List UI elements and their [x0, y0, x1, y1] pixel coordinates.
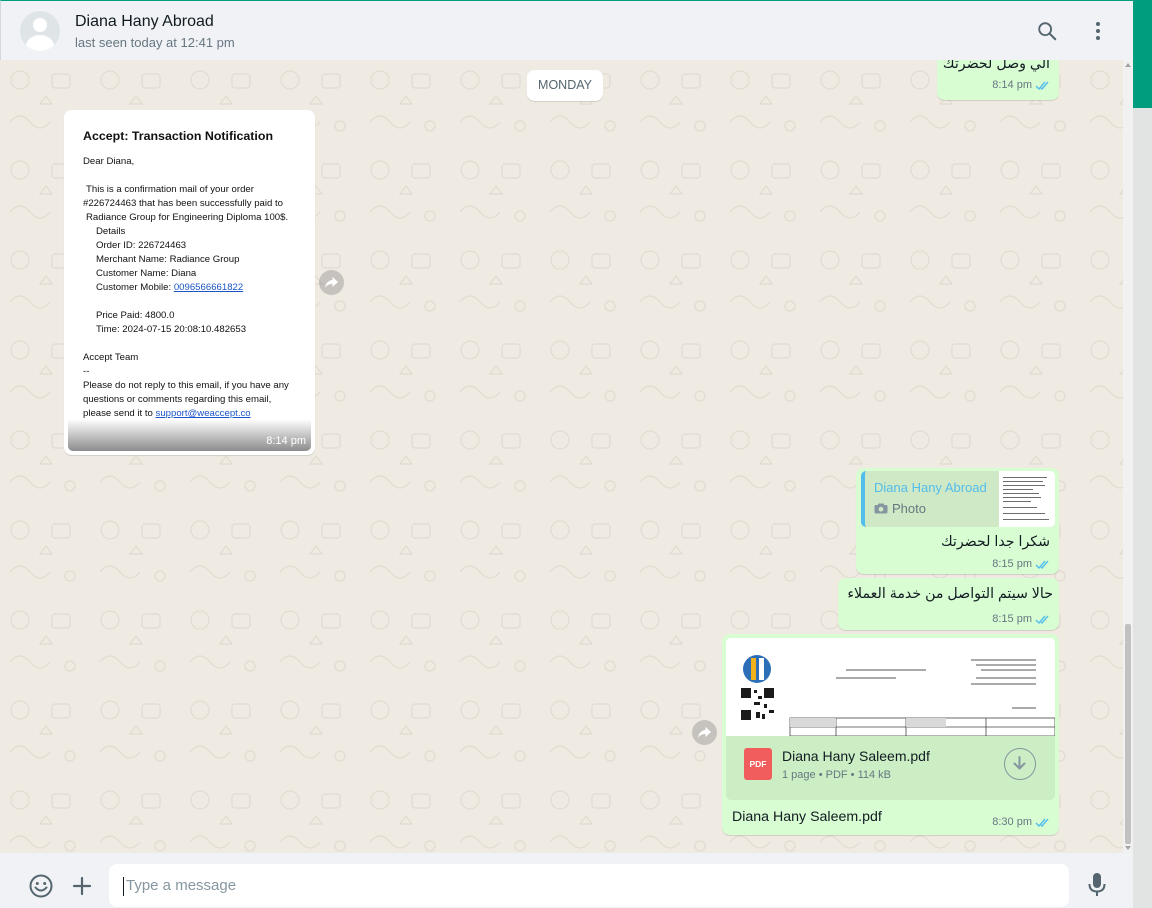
message-meta: 8:30 pm — [992, 816, 1051, 828]
attach-icon[interactable] — [71, 875, 93, 897]
message-input[interactable] — [109, 864, 1069, 907]
message-time: 8:30 pm — [992, 816, 1032, 828]
email-greeting: Dear Diana, — [83, 156, 135, 167]
message-text: شكرا جدا لحضرتك — [940, 534, 1050, 550]
download-button[interactable] — [1004, 748, 1036, 780]
forward-button[interactable] — [692, 720, 717, 745]
mic-icon[interactable] — [1087, 872, 1107, 898]
email-note: Please do not reply to this email, if yo… — [83, 380, 289, 391]
email-line: Radiance Group for Engineering Diploma 1… — [86, 212, 289, 223]
whatsapp-web-chat: Diana Hany Abroad last seen today at 12:… — [0, 0, 1152, 908]
chat-scrollbar[interactable] — [1123, 60, 1133, 853]
message-time: 8:15 pm — [992, 558, 1032, 570]
email-support-link: support@weaccept.co — [155, 408, 251, 419]
outgoing-message[interactable]: الي وصل لحضرتك 8:14 pm — [937, 60, 1059, 100]
double-check-icon — [1035, 818, 1049, 828]
date-separator: MONDAY — [527, 70, 603, 101]
email-order-id: Order ID: 226724463 — [96, 240, 187, 251]
email-details-label: Details — [96, 226, 126, 237]
chat-header[interactable]: Diana Hany Abroad last seen today at 12:… — [0, 0, 1133, 60]
email-customer-mobile: Customer Mobile: 0096566661822 — [96, 282, 243, 293]
menu-icon[interactable] — [1088, 20, 1108, 42]
last-seen-status: last seen today at 12:41 pm — [75, 35, 235, 50]
email-title: Accept: Transaction Notification — [83, 129, 274, 143]
document-preview-image — [726, 638, 1055, 736]
email-note: please send it to support@weaccept.co — [83, 408, 251, 419]
document-preview[interactable] — [726, 638, 1055, 736]
outgoing-message[interactable]: حالا سيتم التواصل من خدمة العملاء 8:15 p… — [838, 578, 1059, 630]
quoted-thumbnail — [999, 471, 1055, 527]
message-meta: 8:15 pm — [992, 613, 1051, 625]
email-merchant: Merchant Name: Radiance Group — [96, 254, 240, 265]
email-dash: -- — [83, 366, 90, 377]
message-list[interactable]: الي وصل لحضرتك 8:14 pm MONDAY Accept: Tr… — [0, 60, 1133, 853]
email-line: This is a confirmation mail of your orde… — [86, 184, 254, 195]
message-text: حالا سيتم التواصل من خدمة العملاء — [847, 586, 1053, 602]
forward-icon — [325, 277, 338, 288]
avatar[interactable] — [20, 11, 60, 51]
message-time: 8:14 pm — [266, 435, 306, 447]
forward-icon — [698, 727, 711, 738]
document-file-name[interactable]: Diana Hany Saleem.pdf — [782, 748, 930, 764]
emoji-icon[interactable] — [28, 873, 54, 899]
message-time: 8:15 pm — [992, 613, 1032, 625]
outgoing-reply-message[interactable]: Diana Hany Abroad Photo شكرا جدا لحضرتك … — [856, 468, 1059, 574]
message-meta: 8:15 pm — [992, 558, 1051, 570]
search-icon[interactable] — [1036, 20, 1058, 42]
message-meta: 8:14 pm — [992, 79, 1051, 91]
email-time-line: Time: 2024-07-15 20:08:10.482653 — [96, 324, 247, 335]
quoted-media-label: Photo — [892, 501, 926, 516]
email-customer-name: Customer Name: Diana — [96, 268, 197, 279]
quoted-sender-name: Diana Hany Abroad — [874, 480, 987, 495]
message-text: الي وصل لحضرتك — [942, 60, 1050, 72]
contact-name[interactable]: Diana Hany Abroad — [75, 13, 214, 31]
email-screenshot-image[interactable]: Accept: Transaction Notification Dear Di… — [68, 114, 311, 451]
incoming-image-message[interactable]: Accept: Transaction Notification Dear Di… — [64, 110, 315, 455]
camera-icon — [874, 503, 888, 514]
email-line: #226724463 that has been successfully pa… — [83, 198, 284, 209]
email-note-prefix: please send it to — [83, 408, 156, 419]
scrollbar-thumb[interactable] — [1125, 624, 1131, 844]
document-file-bar[interactable]: PDF Diana Hany Saleem.pdf 1 page • PDF •… — [726, 736, 1055, 800]
pdf-file-icon: PDF — [744, 748, 772, 780]
quoted-message[interactable]: Diana Hany Abroad Photo — [861, 471, 1055, 527]
email-note: questions or comments regarding this ema… — [83, 394, 272, 405]
email-price: Price Paid: 4800.0 — [96, 310, 175, 321]
document-file-info: 1 page • PDF • 114 kB — [782, 769, 892, 781]
download-icon — [1013, 756, 1026, 770]
double-check-icon — [1035, 81, 1049, 91]
email-team: Accept Team — [83, 352, 139, 363]
message-time: 8:14 pm — [992, 79, 1032, 91]
text-caret — [123, 877, 124, 896]
double-check-icon — [1035, 560, 1049, 570]
forward-button[interactable] — [319, 270, 344, 295]
quoted-media-type: Photo — [874, 501, 926, 516]
outgoing-document-message[interactable]: PDF Diana Hany Saleem.pdf 1 page • PDF •… — [722, 634, 1059, 835]
double-check-icon — [1035, 615, 1049, 625]
document-caption: Diana Hany Saleem.pdf — [732, 809, 882, 825]
composer-bar — [0, 853, 1133, 908]
window-side-strip — [1133, 0, 1152, 908]
email-mobile-link: 0096566661822 — [173, 282, 244, 293]
email-mobile-label: Customer Mobile: — [96, 282, 174, 293]
